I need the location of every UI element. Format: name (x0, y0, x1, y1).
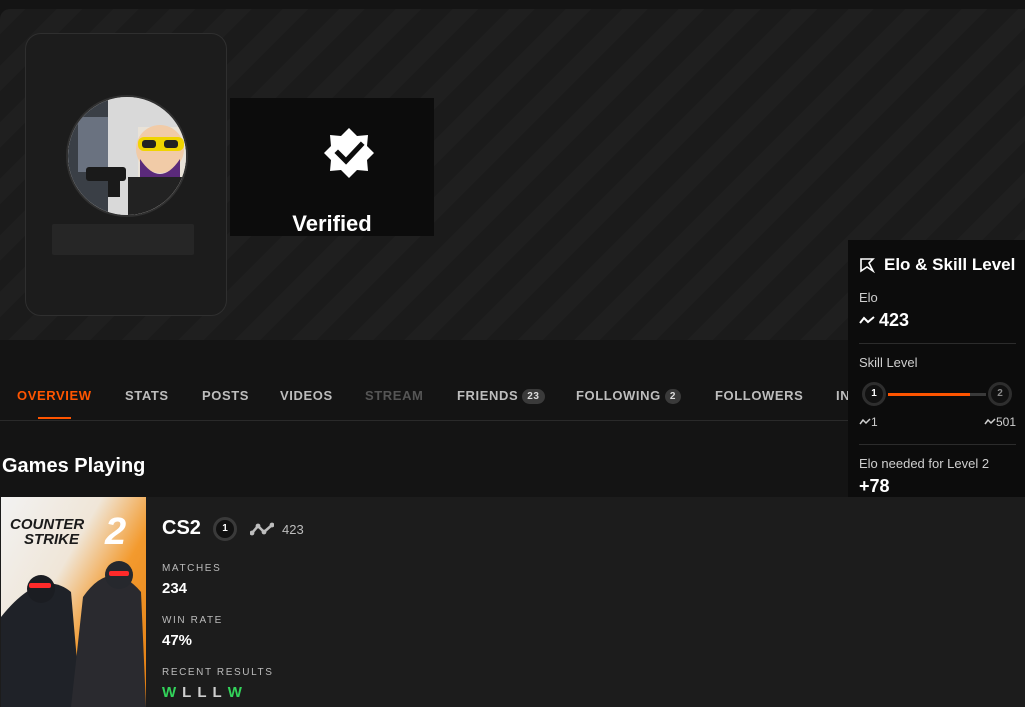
recent-result-0: W (162, 684, 177, 701)
tab-posts[interactable]: POSTS (202, 388, 249, 403)
elo-value: 423 (879, 310, 910, 330)
game-elo-value: 423 (282, 522, 304, 537)
current-level-badge: 1 (862, 382, 886, 406)
elo-max-value: 501 (996, 415, 1017, 429)
cover-title-line1: COUNTER (10, 516, 85, 533)
recent-result-2: L (197, 684, 207, 701)
tab-friends-label: FRIENDS (457, 388, 519, 403)
recent-results-label: RECENT RESULTS (162, 667, 274, 678)
active-tab-indicator (38, 417, 71, 419)
skill-level-badge: 1 (213, 517, 237, 541)
tab-following[interactable]: FOLLOWING 2 (576, 388, 682, 404)
win-rate-label: WIN RATE (162, 615, 223, 626)
verified-badge-card: Verified (230, 98, 434, 236)
tab-followers[interactable]: FOLLOWERS (715, 388, 803, 403)
tab-stats[interactable]: STATS (125, 388, 169, 403)
game-card-cs2[interactable]: COUNTER STRIKE 2 CS2 1 423 MATCHES 234 W… (0, 497, 1025, 707)
game-cover-image: COUNTER STRIKE 2 (1, 497, 146, 707)
skill-level-label: Skill Level (859, 355, 918, 370)
following-count-badge: 2 (664, 389, 682, 404)
elo-trend-icon (859, 316, 875, 324)
friends-count-badge: 23 (522, 389, 545, 404)
elo-min-value: 1 (871, 415, 878, 429)
verified-check-icon (324, 128, 374, 178)
cover-title: COUNTER STRIKE (10, 517, 84, 547)
avatar-photo (68, 97, 186, 215)
elo-needed-label: Elo needed for Level 2 (859, 456, 990, 471)
game-name: CS2 (162, 517, 201, 539)
games-playing-title: Games Playing (2, 455, 146, 477)
verified-label: Verified (292, 211, 372, 236)
tab-friends[interactable]: FRIENDS 23 (457, 388, 545, 404)
cover-title-line2: STRIKE (24, 531, 80, 548)
divider (859, 343, 1016, 344)
recent-results: WLLLW (162, 684, 248, 701)
faceit-icon (860, 258, 875, 273)
recent-result-1: L (182, 684, 192, 701)
tab-stream[interactable]: STREAM (365, 388, 424, 403)
recent-result-3: L (212, 684, 222, 701)
elo-skill-panel: Elo & Skill Level Elo 423 Skill Level 1 … (848, 240, 1025, 497)
avatar[interactable] (66, 95, 188, 217)
tab-overview[interactable]: OVERVIEW (17, 388, 92, 403)
skill-progress-fill (888, 393, 970, 396)
tab-videos[interactable]: VIDEOS (280, 388, 333, 403)
elo-max-icon (984, 418, 996, 425)
matches-value: 234 (162, 580, 188, 597)
win-rate-value: 47% (162, 632, 193, 649)
next-level-badge: 2 (988, 382, 1012, 406)
cover-number: 2 (105, 511, 127, 553)
elo-label: Elo (859, 290, 878, 305)
elo-icon (250, 522, 274, 536)
elo-min-icon (859, 418, 871, 425)
nickname-placeholder (52, 224, 194, 255)
recent-result-4: W (227, 684, 242, 701)
elo-needed-value: +78 (859, 476, 890, 496)
skill-progress-remaining (970, 393, 986, 396)
divider (859, 444, 1016, 445)
matches-label: MATCHES (162, 563, 222, 574)
elo-panel-title: Elo & Skill Level (884, 255, 1016, 274)
avatar-card (25, 33, 227, 316)
tab-following-label: FOLLOWING (576, 388, 661, 403)
